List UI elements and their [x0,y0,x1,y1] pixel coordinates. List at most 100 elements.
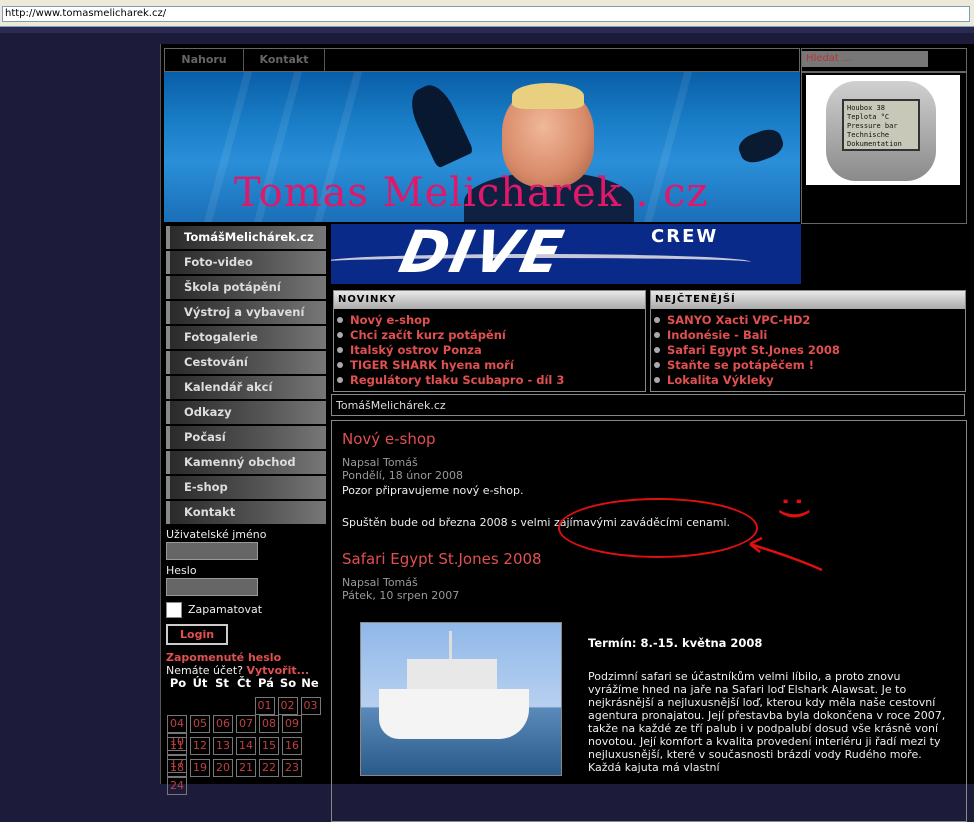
password-label: Heslo [166,564,197,577]
browser-address-bar: http://www.tomasmelicharek.cz/ [0,0,974,27]
bullet-icon [337,317,343,323]
calendar-day[interactable]: 12 [190,737,210,755]
calendar-day[interactable]: 18 [167,759,187,777]
popular-item[interactable]: Safari Egypt St.Jones 2008 [651,343,965,358]
sidebar-item-kamenny[interactable]: Kamenný obchod [166,451,326,474]
sidebar-item-skola[interactable]: Škola potápění [166,276,326,299]
sidebar-item-kalendar[interactable]: Kalendář akcí [166,376,326,399]
forgot-password-link[interactable]: Zapomenuté heslo [166,651,326,664]
calendar-day[interactable]: 21 [236,759,256,777]
article-title-eshop[interactable]: Nový e-shop [342,430,436,448]
calendar-day[interactable]: 20 [213,759,233,777]
bullet-icon [337,347,343,353]
calendar-week: 04 05 06 07 08 0910 [167,715,327,751]
article-date: Pátek, 10 srpen 2007 [342,589,460,602]
site-title: Tomas Melicharek . cz [234,170,709,216]
article-text: Podzimní safari se účastníkům velmi líbi… [588,670,946,774]
dive-crew-logo[interactable]: DIVE CREW [331,224,801,284]
popular-item[interactable]: SANYO Xacti VPC-HD2 [651,313,965,328]
calendar-day[interactable]: 03 [300,697,321,715]
calendar-day[interactable]: 09 [282,715,302,733]
remember-checkbox[interactable] [166,602,182,618]
novinky-heading: NOVINKY [334,291,645,309]
diving-fins-image [403,79,475,169]
article-term: Termín: 8.-15. května 2008 [588,636,763,650]
calendar-day[interactable]: 15 [259,737,279,755]
search-area: Hledat ... [801,48,967,72]
login-button[interactable]: Login [166,624,229,645]
popular-item[interactable]: Indonésie - Bali [651,328,965,343]
news-item[interactable]: Regulátory tlaku Scubapro - díl 3 [334,373,645,388]
annotation-arrow-icon [749,536,823,572]
url-input[interactable]: http://www.tomasmelicharek.cz/ [2,6,970,22]
password-input[interactable] [166,578,258,596]
popular-item[interactable]: Staňte se potápěčem ! [651,358,965,373]
sidebar-item-cestovani[interactable]: Cestování [166,351,326,374]
browser-toolbar-edge [0,27,974,33]
username-input[interactable] [166,542,258,560]
calendar-day[interactable]: 16 [282,737,302,755]
sidebar-item-vystroj[interactable]: Výstroj a vybavení [166,301,326,324]
safari-boat-photo[interactable] [360,622,562,776]
calendar: Po Út St Čt Pá So Ne 01 02 03 04 05 06 07 08 0910 11 1… [167,676,327,795]
novinky-box: NOVINKY Nový e-shop Chci začít kurz potá… [333,290,646,392]
calendar-week: 01 02 03 [167,693,327,715]
top-nav-kontakt[interactable]: Kontakt [244,49,325,71]
login-form: Uživatelské jméno Heslo Zapamatovat Logi… [166,528,326,677]
remember-label: Zapamatovat [188,603,263,616]
news-item[interactable]: Italský ostrov Ponza [334,343,645,358]
dive-computer-box: Houbox 38 Teplota °C Pressure bar Techni… [801,72,967,224]
calendar-header: Po Út St Čt Pá So Ne [169,676,319,690]
bullet-icon [337,362,343,368]
calendar-week: 18 19 20 21 22 23 24 [167,759,327,795]
top-nav-nahoru[interactable]: Nahoru [165,49,244,71]
calendar-day[interactable]: 22 [259,759,279,777]
annotation-smiley: :) [774,495,815,521]
sidebar-item-foto-video[interactable]: Foto-video [166,251,326,274]
bullet-icon [654,332,660,338]
calendar-day[interactable]: 08 [259,715,279,733]
calendar-day[interactable]: 24 [167,777,187,795]
bullet-icon [337,332,343,338]
news-item[interactable]: Nový e-shop [334,313,645,328]
article-date: Pondělí, 18 únor 2008 [342,469,463,482]
sidebar-item-eshop[interactable]: E-shop [166,476,326,499]
sidebar-item-fotogalerie[interactable]: Fotogalerie [166,326,326,349]
popular-item[interactable]: Lokalita Výkleky [651,373,965,388]
breadcrumb[interactable]: TomášMelichárek.cz [331,394,965,416]
calendar-day[interactable]: 05 [190,715,210,733]
nejctenejsi-heading: NEJČTENĚJŠÍ [651,291,965,309]
dive-computer-image[interactable]: Houbox 38 Teplota °C Pressure bar Techni… [806,75,960,185]
sidebar-navigation: TomášMelichárek.cz Foto-video Škola potá… [166,226,326,526]
bullet-icon [654,362,660,368]
sidebar-item-kontakt[interactable]: Kontakt [166,501,326,524]
calendar-day[interactable]: 04 [167,715,187,733]
calendar-day[interactable]: 11 [167,737,187,755]
calendar-day[interactable]: 19 [190,759,210,777]
bullet-icon [654,347,660,353]
article-text: Pozor připravujeme nový e-shop. [342,484,524,497]
username-label: Uživatelské jméno [166,528,267,541]
calendar-day[interactable]: 07 [236,715,256,733]
bullet-icon [337,377,343,383]
sidebar-item-home[interactable]: TomášMelichárek.cz [166,226,326,249]
article-author: Napsal Tomáš [342,576,418,589]
calendar-day[interactable]: 13 [213,737,233,755]
news-item[interactable]: Chci začít kurz potápění [334,328,645,343]
calendar-day[interactable]: 23 [282,759,302,777]
sidebar-item-pocasi[interactable]: Počasí [166,426,326,449]
search-input[interactable]: Hledat ... [802,51,928,67]
calendar-week: 11 12 13 14 15 1617 [167,737,327,773]
header-banner: Tomas Melicharek . cz [164,72,800,222]
calendar-day[interactable]: 01 [254,697,275,715]
calendar-day[interactable]: 14 [236,737,256,755]
article-title-safari[interactable]: Safari Egypt St.Jones 2008 [342,550,542,568]
top-navigation: Nahoru Kontakt [164,48,800,72]
calendar-day[interactable]: 06 [213,715,233,733]
nejctenejsi-box: NEJČTENĚJŠÍ SANYO Xacti VPC-HD2 Indonési… [650,290,966,392]
diver-silhouette [735,125,787,167]
news-item[interactable]: TIGER SHARK hyena moří [334,358,645,373]
calendar-day[interactable]: 02 [277,697,298,715]
sidebar-item-odkazy[interactable]: Odkazy [166,401,326,424]
annotation-ellipse [558,498,758,558]
